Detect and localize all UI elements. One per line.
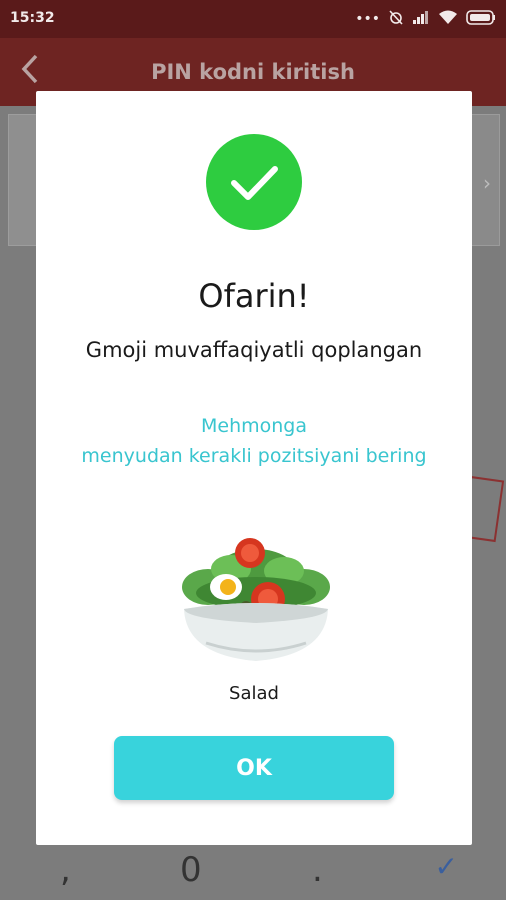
success-dialog: Ofarin! Gmoji muvaffaqiyatli qoplangan M… (36, 91, 472, 845)
key-dot[interactable]: . (312, 850, 323, 890)
key-zero[interactable]: 0 (180, 850, 202, 890)
emoji-name: Salad (229, 683, 279, 704)
page-title: PIN kodni kiritish (151, 60, 355, 84)
battery-icon (466, 9, 496, 29)
hint-line-2: menyudan kerakli pozitsiyani bering (81, 445, 427, 467)
status-time: 15:32 (10, 10, 55, 26)
dialog-hint: Mehmonga menyudan kerakli pozitsiyani be… (36, 411, 472, 471)
more-dots-icon: ••• (355, 11, 380, 27)
dialog-message: Gmoji muvaffaqiyatli qoplangan (85, 338, 423, 362)
alarm-off-icon (388, 9, 404, 29)
dialog-title: Ofarin! (198, 277, 310, 315)
success-check-icon (206, 134, 302, 230)
status-icons: ••• (355, 9, 496, 29)
signal-icon (412, 10, 430, 28)
key-comma[interactable]: , (60, 850, 71, 890)
status-bar: 15:32 ••• (0, 0, 506, 38)
hint-line-1: Mehmonga (200, 415, 307, 437)
wifi-icon (438, 10, 458, 29)
confirm-check-icon[interactable]: ✓ (435, 850, 458, 883)
salad-icon (176, 535, 336, 665)
chevron-right-icon: › (483, 171, 491, 195)
numeric-keypad: , 0 . ✓ (0, 836, 506, 900)
ok-button[interactable]: OK (114, 736, 394, 800)
